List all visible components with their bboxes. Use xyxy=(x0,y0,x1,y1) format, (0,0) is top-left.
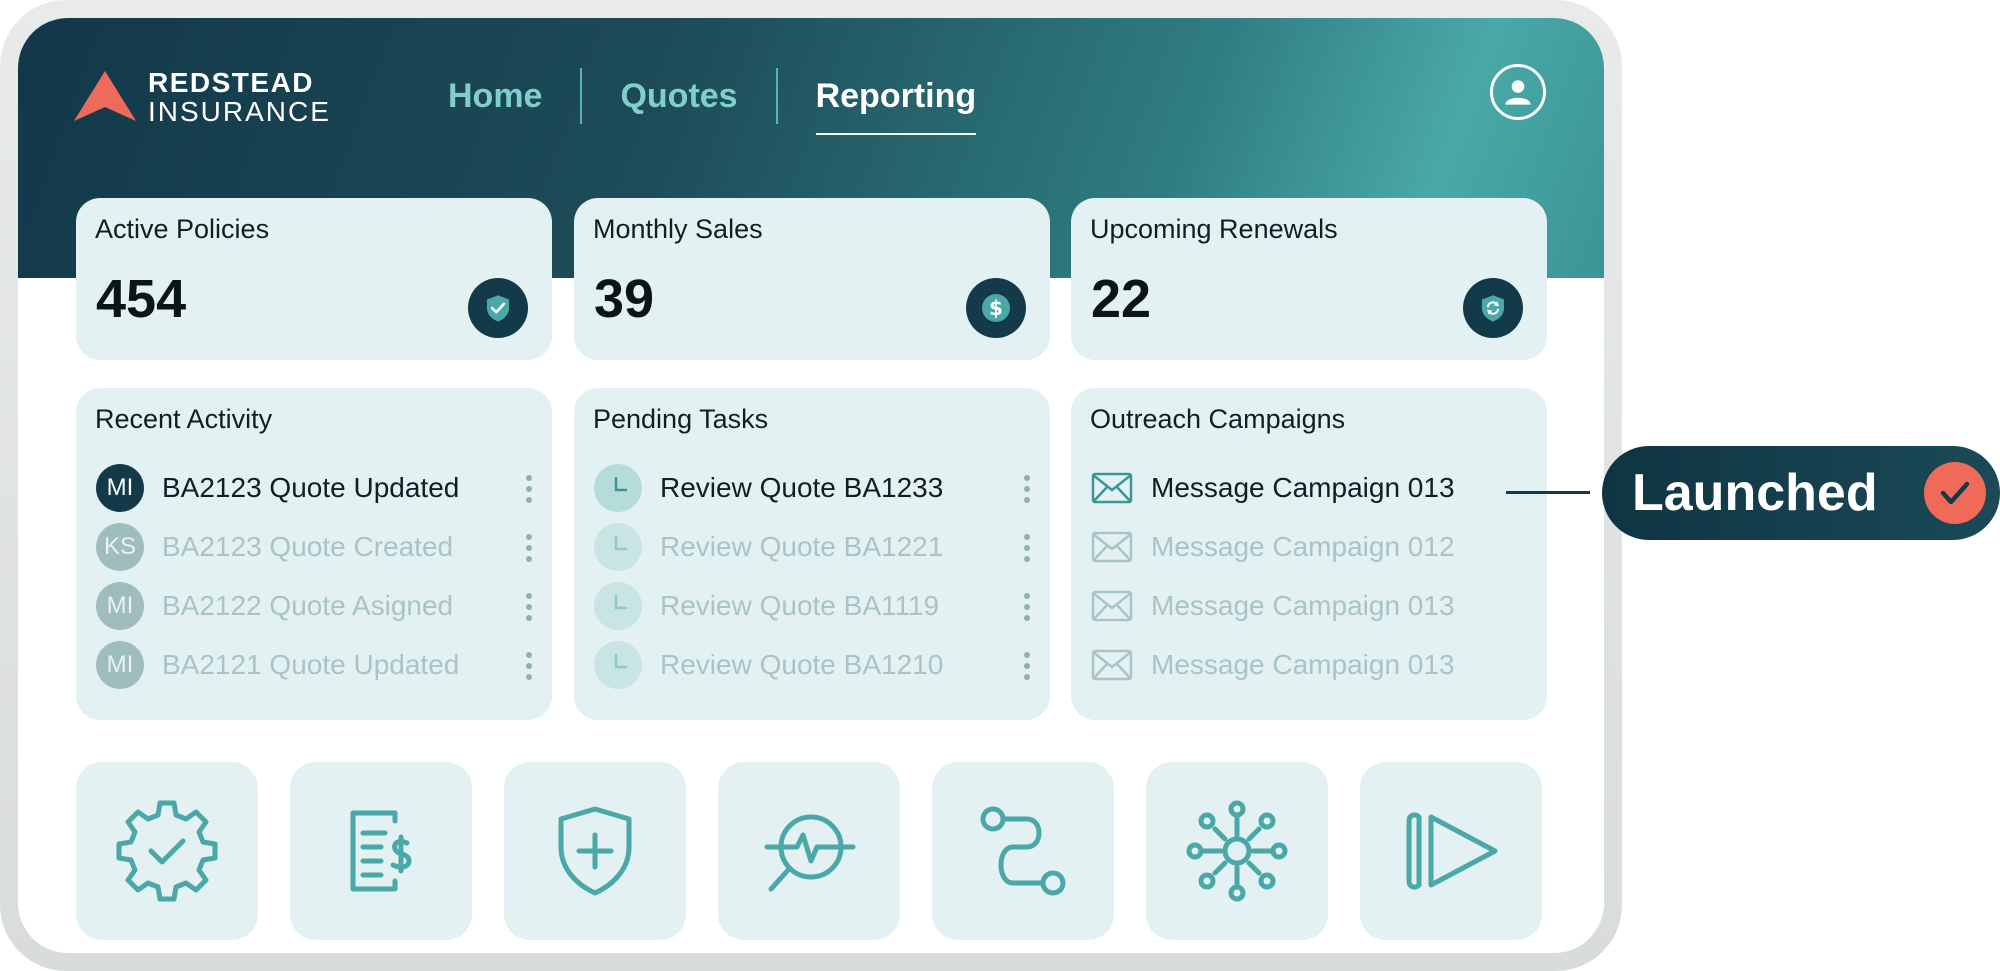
task-item[interactable]: Review Quote BA1233 xyxy=(594,463,1032,513)
pending-tasks-card: Pending Tasks Review Quote BA1233 Review… xyxy=(574,388,1050,720)
workflow-path-icon xyxy=(980,806,1066,896)
campaign-text: Message Campaign 013 xyxy=(1151,472,1455,503)
card-title: Pending Tasks xyxy=(593,404,769,434)
mail-icon xyxy=(1091,649,1133,681)
activity-text: BA2122 Quote Asigned xyxy=(162,590,454,621)
user-icon xyxy=(1505,80,1531,105)
profile-button[interactable] xyxy=(1490,64,1546,120)
stat-value: 454 xyxy=(96,269,187,329)
more-options-icon[interactable] xyxy=(524,652,534,680)
more-options-icon[interactable] xyxy=(524,593,534,621)
task-item[interactable]: Review Quote BA1119 xyxy=(594,581,1032,631)
more-options-icon[interactable] xyxy=(1022,475,1032,503)
shield-check-icon xyxy=(468,278,528,338)
mail-icon xyxy=(1091,531,1133,563)
clock-icon xyxy=(594,582,642,630)
task-item[interactable]: Review Quote BA1210 xyxy=(594,640,1032,690)
mail-icon xyxy=(1091,472,1133,504)
dollar-icon: $ xyxy=(966,278,1026,338)
gear-check-icon xyxy=(116,800,218,902)
app-screen: REDSTEAD INSURANCE Home Quotes Reporting xyxy=(18,18,1604,953)
more-options-icon[interactable] xyxy=(524,534,534,562)
stage: REDSTEAD INSURANCE Home Quotes Reporting xyxy=(0,0,2000,971)
main-nav: Home Quotes Reporting xyxy=(448,66,1015,135)
tile-coverage[interactable] xyxy=(504,762,686,940)
campaign-item[interactable]: Message Campaign 012 xyxy=(1091,522,1529,572)
more-options-icon[interactable] xyxy=(1022,652,1032,680)
tile-fast-forward[interactable] xyxy=(1360,762,1542,940)
task-text: Review Quote BA1119 xyxy=(660,590,940,621)
shield-refresh-icon xyxy=(1463,278,1523,338)
campaign-text: Message Campaign 013 xyxy=(1151,590,1455,621)
avatar: MI xyxy=(96,464,144,512)
campaign-text: Message Campaign 012 xyxy=(1151,531,1455,562)
nav-reporting[interactable]: Reporting xyxy=(778,67,1015,135)
callout-connector xyxy=(1506,491,1590,494)
shield-plus-icon xyxy=(558,806,632,896)
more-options-icon[interactable] xyxy=(1022,593,1032,621)
stat-value: 22 xyxy=(1091,269,1152,329)
campaign-text: Message Campaign 013 xyxy=(1151,649,1455,680)
brand-name: REDSTEAD INSURANCE xyxy=(148,66,331,127)
stat-title: Monthly Sales xyxy=(593,214,763,244)
invoice-dollar-icon xyxy=(350,810,412,892)
task-text: Review Quote BA1210 xyxy=(660,649,944,680)
stat-card-upcoming-renewals[interactable]: Upcoming Renewals 22 xyxy=(1071,198,1547,360)
task-text: Review Quote BA1233 xyxy=(660,472,944,503)
activity-text: BA2121 Quote Updated xyxy=(162,649,460,680)
stat-card-active-policies[interactable]: Active Policies 454 xyxy=(76,198,552,360)
task-text: Review Quote BA1221 xyxy=(660,531,944,562)
stat-title: Active Policies xyxy=(95,214,270,244)
activity-item[interactable]: MI BA2121 Quote Updated xyxy=(96,640,534,690)
brand-line2: INSURANCE xyxy=(148,95,331,127)
stat-title: Upcoming Renewals xyxy=(1090,214,1338,244)
brand-line1: REDSTEAD xyxy=(148,66,315,98)
more-options-icon[interactable] xyxy=(1022,534,1032,562)
campaign-item[interactable]: Message Campaign 013 xyxy=(1091,640,1529,690)
avatar: MI xyxy=(96,641,144,689)
activity-item[interactable]: MI BA2122 Quote Asigned xyxy=(96,581,534,631)
logo-mark-icon xyxy=(74,71,136,121)
brand-logo[interactable]: REDSTEAD INSURANCE xyxy=(72,66,362,128)
activity-item[interactable]: MI BA2123 Quote Updated xyxy=(96,463,534,513)
tile-network[interactable] xyxy=(1146,762,1328,940)
clock-icon xyxy=(594,464,642,512)
check-icon xyxy=(1924,462,1986,524)
avatar: MI xyxy=(96,582,144,630)
activity-text: BA2123 Quote Created xyxy=(162,531,454,562)
more-options-icon[interactable] xyxy=(524,475,534,503)
stat-value: 39 xyxy=(594,269,655,329)
activity-item[interactable]: KS BA2123 Quote Created xyxy=(96,522,534,572)
card-title: Outreach Campaigns xyxy=(1090,404,1346,434)
analytics-search-icon xyxy=(764,814,856,892)
recent-activity-card: Recent Activity MI BA2123 Quote Updated … xyxy=(76,388,552,720)
campaign-item[interactable]: Message Campaign 013 xyxy=(1091,581,1529,631)
tile-billing[interactable] xyxy=(290,762,472,940)
task-item[interactable]: Review Quote BA1221 xyxy=(594,522,1032,572)
campaign-item[interactable]: Message Campaign 013 xyxy=(1091,463,1529,513)
nav-quotes[interactable]: Quotes xyxy=(582,67,775,125)
fast-forward-icon xyxy=(1406,812,1498,890)
callout-label: Launched xyxy=(1632,464,1878,522)
card-title: Recent Activity xyxy=(95,404,273,434)
clock-icon xyxy=(594,523,642,571)
svg-text:$: $ xyxy=(989,296,1003,320)
launched-callout: Launched xyxy=(1602,446,2000,540)
activity-text: BA2123 Quote Updated xyxy=(162,472,460,503)
clock-icon xyxy=(594,641,642,689)
tile-settings[interactable] xyxy=(76,762,258,940)
nav-home[interactable]: Home xyxy=(448,67,580,125)
network-hub-icon xyxy=(1186,800,1288,902)
avatar: KS xyxy=(96,523,144,571)
tile-workflow[interactable] xyxy=(932,762,1114,940)
tile-analytics[interactable] xyxy=(718,762,900,940)
outreach-campaigns-card: Outreach Campaigns Message Campaign 013 … xyxy=(1071,388,1547,720)
tablet-frame: REDSTEAD INSURANCE Home Quotes Reporting xyxy=(0,0,1622,971)
mail-icon xyxy=(1091,590,1133,622)
stat-card-monthly-sales[interactable]: Monthly Sales 39 $ xyxy=(574,198,1050,360)
